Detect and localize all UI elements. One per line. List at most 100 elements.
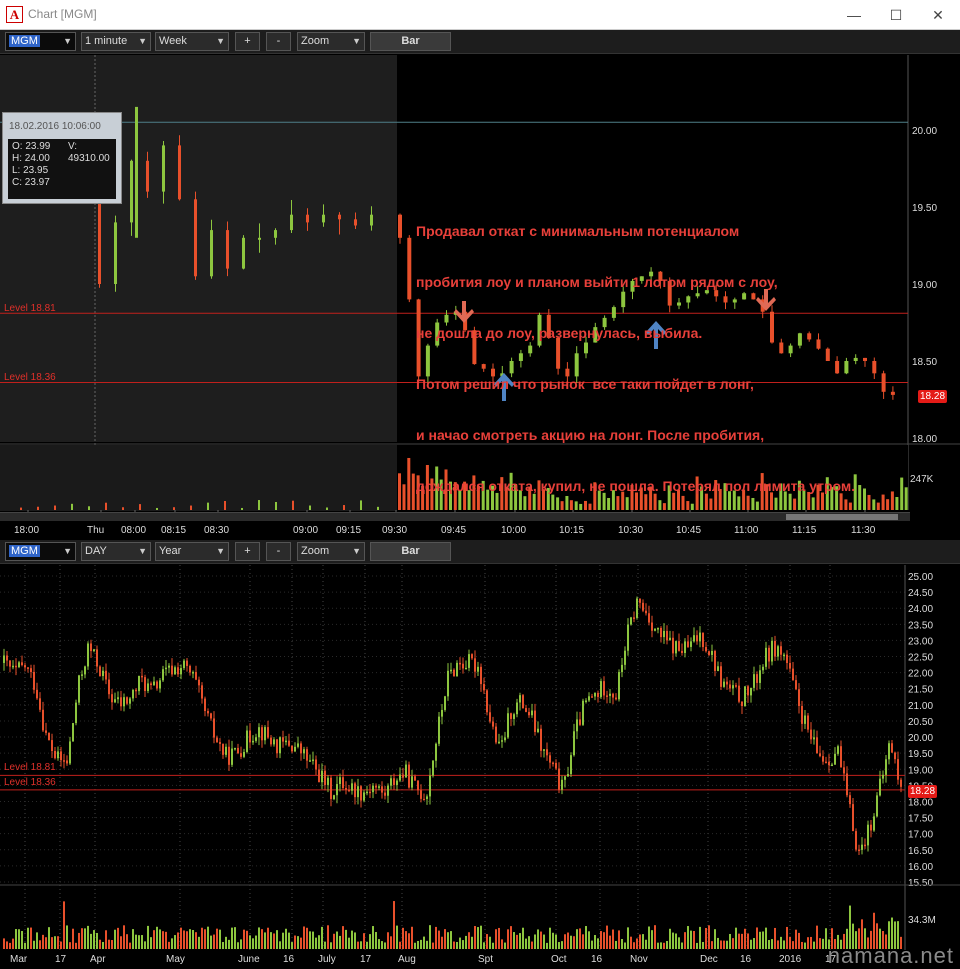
volume-bar <box>462 940 464 949</box>
price-bar <box>882 774 884 779</box>
price-bar <box>57 751 59 759</box>
zoom-select[interactable]: Zoom ▼ <box>297 542 365 561</box>
price-bar <box>699 632 701 642</box>
price-bar <box>426 796 428 799</box>
price-bar <box>270 737 272 745</box>
price-bar <box>657 628 659 630</box>
interval-value: 1 minute <box>85 35 128 47</box>
range-select[interactable]: Year ▼ <box>155 542 229 561</box>
minimize-button[interactable]: — <box>840 5 868 25</box>
price-tick-label: 18.00 <box>912 434 937 445</box>
volume-bar <box>606 925 608 949</box>
price-bar <box>315 759 317 770</box>
chevron-down-icon: ▼ <box>216 546 225 556</box>
scrollbar-thumb[interactable] <box>786 514 898 520</box>
price-bar <box>753 674 755 688</box>
price-bar <box>228 746 230 765</box>
zoom-out-button[interactable]: - <box>266 542 291 561</box>
zoom-out-button[interactable]: - <box>266 32 291 51</box>
price-bar <box>630 617 632 625</box>
price-bar <box>777 646 779 657</box>
price-bar <box>360 786 362 801</box>
price-bar <box>153 681 155 686</box>
volume-bar <box>292 500 294 510</box>
price-bar <box>15 665 17 668</box>
volume-bar <box>555 934 557 949</box>
price-bar <box>669 637 671 641</box>
volume-bar <box>735 927 737 949</box>
intraday-chart[interactable]: 20.00 19.50 19.00 18.50 18.00 247K 18:00 Thu 08:… <box>0 55 960 540</box>
price-bar <box>633 617 635 619</box>
volume-bar <box>603 932 605 949</box>
interval-select[interactable]: 1 minute ▼ <box>81 32 151 51</box>
price-bar <box>261 727 263 741</box>
price-bar <box>888 743 890 760</box>
price-bar <box>462 663 464 669</box>
symbol-select[interactable]: MGM ▼ <box>5 32 76 51</box>
volume-bar <box>858 485 862 510</box>
symbol-select[interactable]: MGM ▼ <box>5 542 76 561</box>
volume-bar <box>609 935 611 949</box>
price-tick-label: 22.00 <box>908 669 933 680</box>
volume-bar <box>561 941 563 949</box>
volume-bar <box>88 506 90 510</box>
price-bar <box>372 785 374 793</box>
price-bar <box>837 746 839 754</box>
volume-bar <box>483 942 485 949</box>
price-bar <box>768 647 770 662</box>
volume-bar <box>573 936 575 949</box>
price-bar <box>756 674 758 683</box>
volume-bar <box>30 927 32 949</box>
volume-bar <box>51 937 53 949</box>
volume-bar <box>288 932 290 949</box>
volume-bar <box>750 939 752 949</box>
volume-bar <box>636 938 638 949</box>
close-button[interactable]: ✕ <box>924 5 952 25</box>
volume-bar <box>447 932 449 949</box>
bar-mode-button[interactable]: Bar <box>370 32 451 51</box>
volume-bar <box>813 941 815 949</box>
time-axis-label: July <box>318 954 336 965</box>
time-axis-label: Aug <box>398 954 416 965</box>
horizontal-scrollbar[interactable] <box>0 512 910 521</box>
volume-bar <box>591 940 593 949</box>
price-bar <box>813 737 815 740</box>
zoom-in-button[interactable]: + <box>235 32 260 51</box>
time-axis-label: 17 <box>360 954 372 965</box>
price-bar <box>183 660 185 669</box>
volume-bar <box>708 925 710 949</box>
volume-bar <box>237 942 239 949</box>
interval-select[interactable]: DAY ▼ <box>81 542 151 561</box>
volume-bar <box>369 934 371 949</box>
time-axis-label: Thu <box>87 525 104 536</box>
maximize-button[interactable]: ☐ <box>882 5 910 25</box>
volume-bar <box>309 505 311 510</box>
price-bar <box>624 650 626 665</box>
price-bar <box>696 635 698 642</box>
price-tick-label: 18.50 <box>912 357 937 368</box>
volume-bar <box>465 935 467 949</box>
daily-chart[interactable]: 25.00 24.50 24.00 23.50 23.00 22.50 22.00 21.50… <box>0 565 960 968</box>
zoom-select[interactable]: Zoom ▼ <box>297 32 365 51</box>
bar-mode-button[interactable]: Bar <box>370 542 451 561</box>
volume-bar <box>867 494 871 510</box>
volume-bar <box>360 500 362 510</box>
range-select[interactable]: Week ▼ <box>155 32 229 51</box>
volume-bar <box>375 932 377 949</box>
volume-bar <box>162 931 164 949</box>
price-bar <box>459 662 461 665</box>
volume-bar <box>717 937 719 949</box>
volume-bar <box>111 940 113 949</box>
price-bar <box>573 731 575 756</box>
price-tick-label: 24.50 <box>908 588 933 599</box>
price-bar <box>828 761 830 766</box>
volume-bar <box>294 935 296 949</box>
price-bar <box>540 728 542 751</box>
volume-bar <box>275 501 277 510</box>
zoom-in-button[interactable]: + <box>235 542 260 561</box>
volume-bar <box>261 929 263 949</box>
volume-bar <box>174 935 176 949</box>
volume-bar <box>657 942 659 949</box>
price-bar <box>192 672 194 674</box>
price-bar <box>237 747 239 754</box>
